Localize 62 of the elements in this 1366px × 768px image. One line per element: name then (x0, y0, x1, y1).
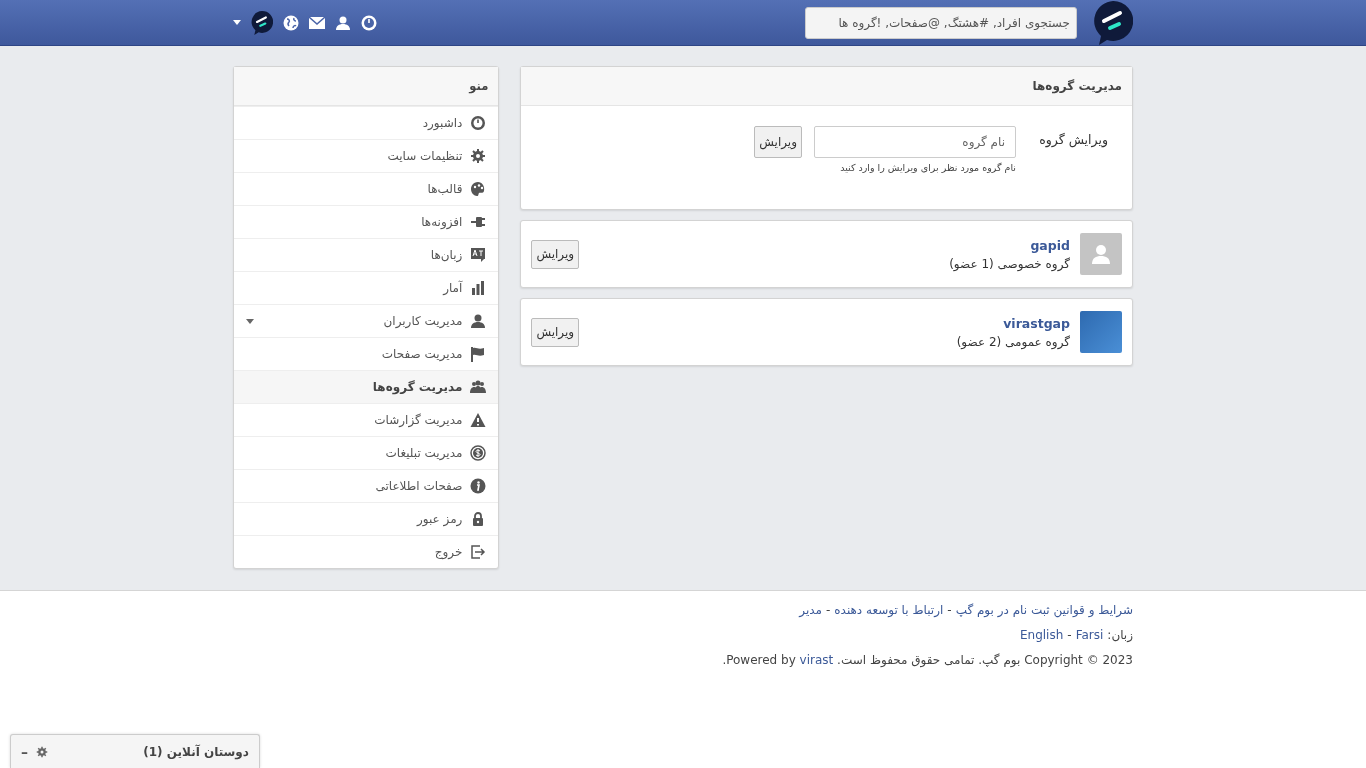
avatar-placeholder (1080, 233, 1122, 275)
globe-icon[interactable] (283, 14, 299, 31)
language-label: زبان: (1107, 628, 1133, 642)
menu-item[interactable]: مدیریت گروه‌ها (234, 370, 499, 403)
info-icon (470, 478, 487, 494)
search-field[interactable]: جستجوی افراد, #هشتگ, @صفحات, !گروه ها (805, 6, 1077, 39)
menu-item[interactable]: رمز عبور (234, 502, 499, 535)
user-icon (470, 313, 487, 329)
group-name-link[interactable]: virastgap (589, 315, 1070, 331)
footer-link[interactable]: شرایط و قوانین ثبت نام در بوم گپ (955, 603, 1133, 617)
menu-item[interactable]: زبان‌ها (234, 238, 499, 271)
menu-item[interactable]: خروج (234, 535, 499, 568)
dashboard-icon[interactable] (361, 14, 377, 31)
plug-icon (470, 214, 487, 230)
help-text: نام گروه مورد نظر برای ویرایش را وارد کنید (839, 162, 1016, 173)
group-info: گروه خصوصی (1 عضو) (948, 256, 1070, 271)
group-info: گروه عمومی (2 عضو) (955, 334, 1070, 349)
caret-icon[interactable] (233, 20, 241, 25)
language-icon (470, 247, 487, 263)
palette-icon (470, 181, 487, 197)
warning-icon (470, 412, 487, 428)
menu-item[interactable]: تنظیمات سایت (234, 139, 499, 172)
powered-by-link[interactable]: virast (799, 653, 834, 667)
field-label: ویرایش گروه (1038, 131, 1108, 147)
exit-icon (470, 544, 487, 560)
separator-text: - (825, 603, 831, 617)
user-icon[interactable] (335, 14, 351, 31)
menu-item[interactable]: مدیریت کاربران (234, 304, 499, 337)
flag-icon (470, 346, 487, 362)
menu-item[interactable]: افزونه‌ها (234, 205, 499, 238)
panel-title: مدیریت گروه‌ها (521, 67, 1132, 106)
group-name-field[interactable]: نام گروه (814, 126, 1016, 158)
dashboard-icon (470, 115, 487, 131)
footer-link[interactable]: مدیر (799, 603, 822, 617)
language-link[interactable]: Farsi (1075, 628, 1104, 642)
menu-item[interactable]: مدیریت گزارشات (234, 403, 499, 436)
edit-button[interactable]: ویرایش (531, 239, 580, 269)
menu-title: منو (234, 67, 499, 106)
settings-icon[interactable] (36, 745, 48, 758)
separator-text: - (947, 603, 952, 617)
settings-icon (470, 148, 487, 164)
coin-icon (470, 445, 487, 461)
separator-text: - (1067, 628, 1072, 642)
menu-item[interactable]: مدیریت تبلیغات (234, 436, 499, 469)
menu-item[interactable]: صفحات اطلاعاتی (234, 469, 499, 502)
language-link[interactable]: English (1019, 628, 1064, 642)
mail-icon[interactable] (309, 14, 325, 31)
edit-button[interactable]: ویرایش (754, 126, 802, 158)
minimize-button[interactable]: – (21, 743, 28, 760)
group-name-link[interactable]: gapid (589, 237, 1070, 253)
menu-item[interactable]: داشبورد (234, 106, 499, 139)
caret-icon (246, 318, 254, 324)
photo-placeholder (1080, 311, 1122, 353)
bar-chart-icon (470, 280, 487, 296)
logo-icon[interactable] (251, 9, 273, 36)
menu-item[interactable]: آمار (234, 271, 499, 304)
menu-item[interactable]: قالب‌ها (234, 172, 499, 205)
edit-button[interactable]: ویرایش (531, 317, 580, 347)
chat-bar[interactable]: دوستان آنلاین (1) – (10, 734, 260, 768)
footer-link[interactable]: ارتباط با توسعه دهنده (834, 603, 944, 617)
logo-icon[interactable] (1093, 0, 1133, 45)
users-icon (470, 379, 487, 395)
